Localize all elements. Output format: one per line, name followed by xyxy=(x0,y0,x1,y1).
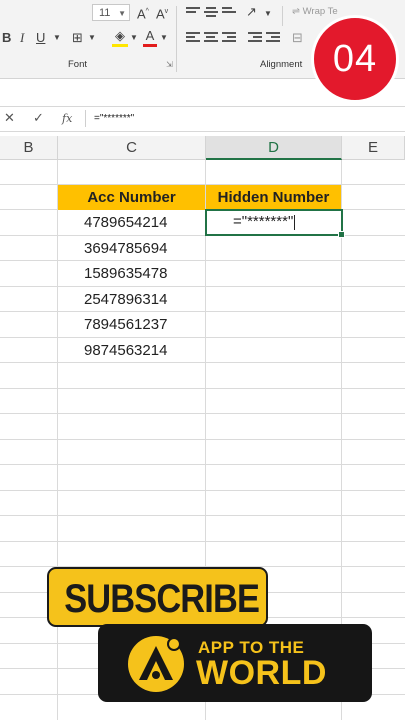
group-divider xyxy=(282,6,283,26)
decrease-font-icon[interactable]: Av xyxy=(156,4,168,22)
alignment-group-label: Alignment xyxy=(260,59,303,70)
orientation-icon[interactable]: ↗ xyxy=(246,4,257,20)
enter-check-icon[interactable]: ✓ xyxy=(33,110,44,126)
column-header-c[interactable]: C xyxy=(58,136,206,160)
gridline xyxy=(0,413,405,414)
increase-font-icon[interactable]: A^ xyxy=(137,4,149,22)
text-cursor xyxy=(294,214,296,230)
italic-button[interactable]: I xyxy=(20,30,24,46)
wrap-text-label: Wrap Te xyxy=(302,6,338,17)
header-cell-hidden-number[interactable]: Hidden Number xyxy=(206,185,341,210)
chevron-down-icon[interactable]: ▼ xyxy=(88,30,96,46)
header-cell-acc-number[interactable]: Acc Number xyxy=(58,185,205,210)
decrease-indent-icon[interactable] xyxy=(248,32,262,44)
align-left-icon[interactable] xyxy=(186,32,200,44)
formula-divider xyxy=(85,110,86,127)
font-size-value: 11 xyxy=(99,7,111,19)
table-row[interactable]: 2547896314 xyxy=(58,287,205,312)
align-center-icon[interactable] xyxy=(204,32,218,44)
formula-input[interactable]: ="*******" xyxy=(94,113,134,124)
underline-button[interactable]: U xyxy=(36,30,45,46)
column-header-d[interactable]: D xyxy=(206,136,342,160)
subscribe-text: SUBSCRIBE xyxy=(64,577,260,621)
chevron-down-icon[interactable]: ▼ xyxy=(160,30,168,46)
table-row[interactable]: 4789654214 xyxy=(58,210,205,235)
font-color-icon[interactable]: A xyxy=(143,28,157,47)
table-row[interactable]: 7894561237 xyxy=(58,312,205,337)
gridline xyxy=(0,464,405,465)
borders-icon[interactable]: ⊞ xyxy=(72,30,83,46)
step-badge: 04 xyxy=(311,15,399,103)
merge-center-icon[interactable]: ⊟ xyxy=(292,30,303,46)
formula-bar: ✕ ✓ fx ="*******" xyxy=(0,106,405,132)
wrap-text-icon: ⇌ xyxy=(292,6,300,17)
chevron-down-icon[interactable]: ▼ xyxy=(130,30,138,46)
group-divider xyxy=(176,6,177,72)
align-top-icon[interactable] xyxy=(186,7,200,19)
brand-banner: APP TO THE WORLD xyxy=(98,624,372,702)
font-group-label: Font xyxy=(68,59,88,70)
wrap-text-button[interactable]: ⇌ Wrap Te xyxy=(292,6,338,17)
column-header-b[interactable]: B xyxy=(0,136,58,160)
chevron-down-icon[interactable]: ▼ xyxy=(118,5,126,22)
gridline xyxy=(0,541,405,542)
cancel-icon[interactable]: ✕ xyxy=(4,110,15,126)
dialog-launcher-icon[interactable]: ⇲ xyxy=(166,60,173,69)
cell-edit-text: ="*******" xyxy=(233,213,294,230)
fill-color-icon[interactable]: ◈ xyxy=(112,28,128,47)
chevron-down-icon[interactable]: ▼ xyxy=(53,30,61,46)
subscribe-banner[interactable]: SUBSCRIBE xyxy=(47,567,268,627)
align-bottom-icon[interactable] xyxy=(222,7,236,19)
brand-logo-icon xyxy=(128,636,184,692)
table-row[interactable]: 1589635478 xyxy=(58,261,205,286)
gridline xyxy=(0,388,405,389)
active-cell-d3[interactable]: ="*******" xyxy=(205,209,345,238)
brand-line-2: WORLD xyxy=(196,654,327,692)
gridline xyxy=(0,439,405,440)
gridline xyxy=(0,490,405,491)
insert-function-icon[interactable]: fx xyxy=(62,112,72,125)
table-row[interactable]: 9874563214 xyxy=(58,338,205,363)
font-size-box[interactable]: 11 ▼ xyxy=(92,4,130,21)
increase-indent-icon[interactable] xyxy=(266,32,280,44)
column-header-e[interactable]: E xyxy=(342,136,405,160)
table-row[interactable]: 3694785694 xyxy=(58,236,205,261)
bold-button[interactable]: B xyxy=(2,30,11,46)
gridline xyxy=(0,515,405,516)
align-middle-icon[interactable] xyxy=(204,7,218,19)
align-right-icon[interactable] xyxy=(222,32,236,44)
chevron-down-icon[interactable]: ▼ xyxy=(264,6,272,22)
